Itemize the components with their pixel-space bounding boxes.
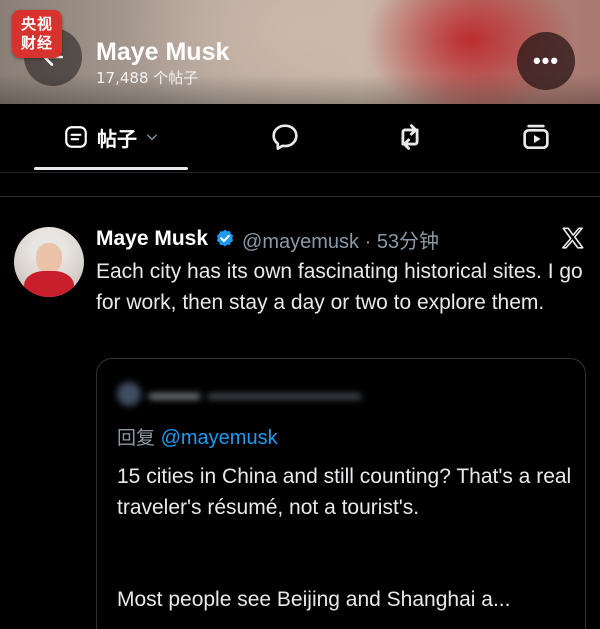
watermark-line-2: 财经 <box>20 34 53 52</box>
quoted-author-handle: ▬▬▬▬▬▬▬▬▬ <box>208 384 361 403</box>
tab-replies[interactable] <box>268 120 302 154</box>
reply-mention-link[interactable]: @mayemusk <box>161 427 278 449</box>
tab-posts[interactable]: 帖子 <box>34 104 188 170</box>
x-logo-icon <box>562 227 584 249</box>
media-icon <box>523 124 549 149</box>
author-avatar[interactable] <box>14 227 84 297</box>
tab-bar-divider <box>0 172 600 173</box>
profile-tab-bar: 帖子 <box>0 104 600 172</box>
verified-badge-icon <box>216 229 234 247</box>
reply-label: 回复 <box>117 427 156 449</box>
chevron-down-icon <box>147 134 157 141</box>
tab-reposts[interactable] <box>393 120 427 154</box>
tweet-header: Maye Musk @mayemusk · 53分钟 <box>96 224 439 254</box>
more-dots-icon: ••• <box>532 48 560 73</box>
retweet-icon <box>401 124 419 150</box>
watermark-line-1: 央视 <box>20 15 53 33</box>
feed-divider <box>0 196 600 197</box>
quoted-tweet-card[interactable]: ▬▬▬ ▬▬▬▬▬▬▬▬▬ 回复 @mayemusk 15 cities in … <box>96 358 586 629</box>
profile-name: Maye Musk <box>96 38 230 66</box>
quoted-tweet-text-continued: Most people see Beijing and Shanghai a..… <box>117 588 511 611</box>
quoted-author-avatar <box>117 382 141 406</box>
tweet-text: Each city has its own fascinating histor… <box>96 260 583 314</box>
more-button[interactable]: ••• <box>517 32 575 90</box>
quoted-tweet-text: 15 cities in China and still counting? T… <box>117 465 572 519</box>
tweet-handle-time: @mayemusk · 53分钟 <box>242 230 440 253</box>
tweet-author-name[interactable]: Maye Musk <box>96 227 208 251</box>
quoted-author-name: ▬▬▬ <box>149 384 200 403</box>
tab-active-indicator <box>34 167 188 170</box>
profile-header-banner <box>0 0 600 104</box>
cctv-watermark-logo: 央视 财经 <box>12 10 62 58</box>
quoted-tweet-header-blurred: ▬▬▬ ▬▬▬▬▬▬▬▬▬ <box>117 382 361 406</box>
post-count: 17,488 个帖子 <box>96 69 199 87</box>
reply-to-line: 回复 @mayemusk <box>117 423 278 450</box>
tab-posts-label: 帖子 <box>97 126 137 151</box>
posts-icon <box>65 126 87 148</box>
reply-bubble-icon <box>272 124 298 150</box>
tab-media[interactable] <box>519 120 553 154</box>
